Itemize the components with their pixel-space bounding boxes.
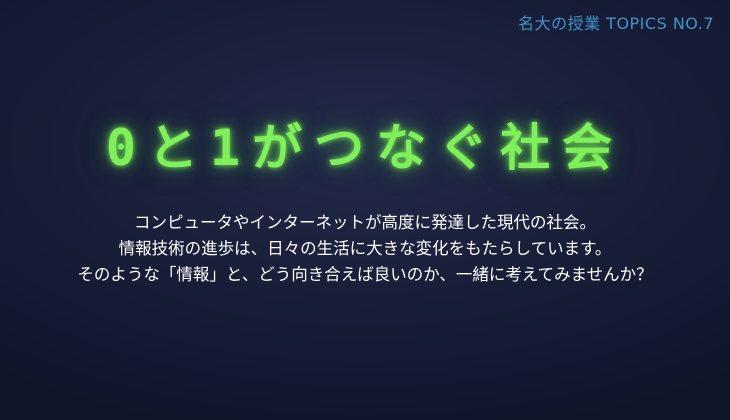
topic-banner: 名大の授業 TOPICS NO.7 0と1がつなぐ社会 コンピュータやインターネ…	[0, 0, 730, 420]
headline-title: 0と1がつなぐ社会	[105, 119, 625, 177]
description-line-1: コンピュータやインターネットが高度に発達した現代の社会。	[134, 213, 596, 232]
description-line-3: そのような「情報」と、どう向き合えば良いのか、一緒に考えてみませんか？	[77, 265, 653, 284]
description-line-2: 情報技術の進歩は、日々の生活に大きな変化をもたらしています。	[118, 239, 612, 258]
description-text: コンピュータやインターネットが高度に発達した現代の社会。 情報技術の進歩は、日々…	[0, 210, 730, 288]
series-tag: 名大の授業 TOPICS NO.7	[518, 14, 714, 33]
